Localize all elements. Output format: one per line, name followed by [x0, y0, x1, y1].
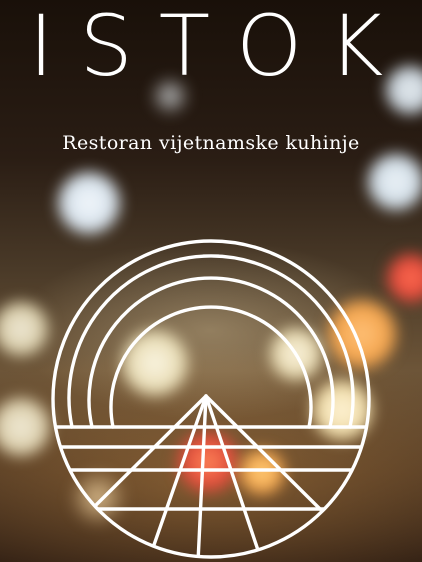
bokeh-light	[56, 170, 122, 236]
hero-banner: ISTOK Restoran vijetnamske kuhinje	[0, 0, 422, 562]
restaurant-tagline: Restoran vijetnamske kuhinje	[62, 132, 360, 154]
restaurant-name: ISTOK	[28, 0, 410, 95]
bokeh-light	[0, 300, 50, 358]
bokeh-light	[0, 396, 52, 458]
bokeh-light	[386, 252, 422, 304]
sunrise-mountain-emblem-icon	[51, 239, 371, 559]
bokeh-light	[366, 152, 422, 212]
